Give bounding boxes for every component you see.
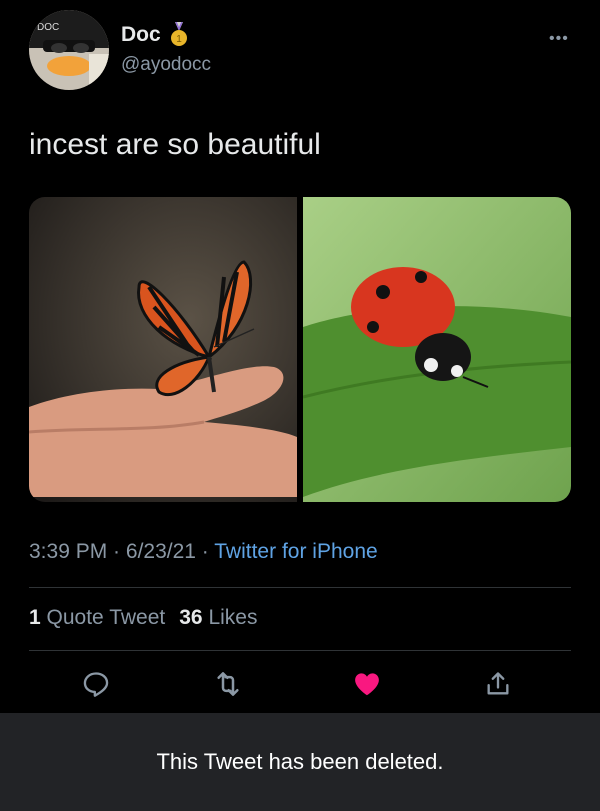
avatar[interactable]: DOC [29, 10, 109, 90]
divider [29, 587, 571, 588]
deleted-tweet-banner: This Tweet has been deleted. [0, 713, 600, 811]
reply-icon [83, 672, 109, 697]
svg-text:DOC: DOC [37, 22, 59, 33]
duck-avatar: DOC [29, 10, 109, 90]
ladybug-photo[interactable] [303, 197, 571, 502]
divider [29, 650, 571, 651]
medal-icon: 1 [170, 22, 187, 46]
quote-tweets-stat[interactable]: 1 Quote Tweet [29, 606, 165, 630]
share-icon [487, 672, 509, 695]
share-button[interactable] [478, 664, 518, 704]
butterfly-photo[interactable] [29, 197, 297, 502]
like-button[interactable] [347, 664, 387, 704]
tweet-actions [29, 664, 571, 704]
more-icon[interactable]: ••• [549, 30, 569, 48]
meta-separator: · [107, 540, 126, 563]
tweet-source[interactable]: Twitter for iPhone [214, 540, 377, 563]
like-label: Likes [208, 606, 258, 629]
tweet-date[interactable]: 6/23/21 [126, 540, 196, 563]
tweet-time[interactable]: 3:39 PM [29, 540, 107, 563]
reply-button[interactable] [76, 664, 116, 704]
svg-text:1: 1 [176, 34, 182, 45]
tweet-stats: 1 Quote Tweet 36 Likes [29, 606, 257, 630]
quote-count: 1 [29, 606, 41, 629]
retweet-icon [217, 672, 239, 696]
like-count: 36 [179, 606, 203, 629]
tweet-media[interactable] [29, 197, 571, 502]
meta-separator: · [195, 540, 215, 563]
tweet-text: incest are so beautiful [29, 128, 321, 161]
likes-stat[interactable]: 36 Likes [179, 606, 257, 630]
retweet-button[interactable] [208, 664, 248, 704]
display-name[interactable]: Doc [121, 23, 161, 47]
like-icon [355, 673, 379, 696]
user-handle[interactable]: @ayodocc [121, 54, 211, 76]
tweet-meta: 3:39 PM · 6/23/21 · Twitter for iPhone [29, 540, 378, 564]
quote-label: Quote Tweet [46, 606, 166, 629]
deleted-tweet-message: This Tweet has been deleted. [156, 749, 444, 774]
